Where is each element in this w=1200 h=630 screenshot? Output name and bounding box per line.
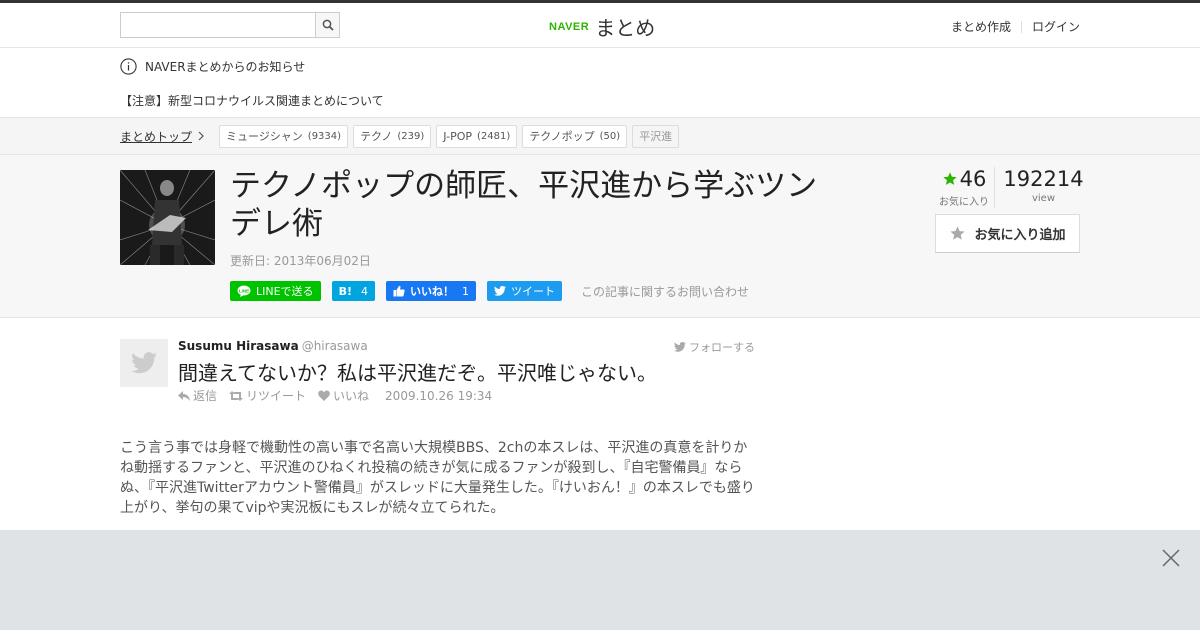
tag-musician[interactable]: ミュージシャン (9334)	[219, 124, 349, 148]
tag-count: (9334)	[307, 130, 342, 142]
line-share-button[interactable]: LINE LINEで送る	[230, 281, 321, 301]
tag-techno[interactable]: テクノ (239)	[353, 124, 432, 148]
twitter-bird-icon	[131, 352, 157, 374]
article-title: テクノポップの師匠、平沢進から学ぶツンデレ術	[230, 168, 818, 242]
line-share-label: LINEで送る	[256, 285, 314, 298]
tweet-author-handle: @hirasawa	[301, 339, 368, 353]
embedded-tweet: Susumu Hirasawa @hirasawa フォローする 間違えてないか？…	[120, 339, 760, 409]
reply-icon	[178, 390, 190, 401]
tweet-author-name: Susumu Hirasawa	[178, 339, 299, 353]
retweet-icon	[229, 390, 244, 401]
view-stat: 192214 view	[994, 167, 1084, 208]
chevron-right-icon	[198, 131, 204, 141]
info-icon	[120, 58, 137, 75]
search-form	[120, 12, 340, 38]
favorite-label: お気に入り	[939, 197, 989, 208]
login-link[interactable]: ログイン	[1032, 18, 1080, 35]
tag-label: テクノポップ	[529, 130, 595, 143]
notice-heading: NAVERまとめからのお知らせ	[120, 58, 305, 75]
tag-label: ミュージシャン	[226, 130, 303, 143]
notice-title: NAVERまとめからのお知らせ	[145, 60, 306, 74]
tag-hirasawa-current: 平沢進	[632, 124, 680, 148]
facebook-like-label: いいね！	[409, 285, 454, 298]
like-button[interactable]: いいね	[318, 387, 369, 404]
create-matome-link[interactable]: まとめ作成	[951, 18, 1011, 35]
retweet-label: リツイート	[246, 389, 307, 403]
ad-banner-area	[0, 530, 1200, 630]
notice-area: NAVERまとめからのお知らせ 【注意】新型コロナウイルス関連まとめについて	[0, 48, 1200, 118]
tag-count: (2481)	[477, 130, 511, 142]
search-button[interactable]	[315, 12, 340, 38]
breadcrumb: まとめトップ ミュージシャン (9334) テクノ (239) J-POP (2…	[0, 118, 1200, 155]
search-icon	[322, 19, 334, 31]
line-icon: LINE	[237, 285, 251, 297]
tag-label: J-POP	[443, 129, 473, 143]
search-input[interactable]	[120, 12, 315, 38]
tag-label: テクノ	[360, 130, 393, 143]
tweet-author[interactable]: Susumu Hirasawa @hirasawa	[178, 339, 368, 353]
thumbnail-image	[120, 170, 215, 265]
star-icon	[942, 172, 957, 185]
tweet-text: 間違えてないか？私は平沢進だぞ。平沢唯じゃない。	[178, 361, 657, 385]
close-icon[interactable]	[1162, 549, 1180, 567]
article-stats: 46 お気に入り 192214 view	[934, 167, 1084, 208]
hatena-bookmark-button[interactable]: B! 4	[331, 281, 375, 301]
article-paragraph: こう言う事では身軽で機動性の高い事で名高い大規模BBS、2chの本スレは、平沢進…	[120, 440, 755, 516]
logo-name: まとめ	[595, 16, 656, 40]
view-label: view	[1031, 193, 1056, 204]
tag-count: (239)	[397, 130, 425, 142]
reply-label: 返信	[193, 389, 218, 403]
favorite-stat: 46 お気に入り	[934, 167, 994, 208]
tag-label: 平沢進	[639, 130, 673, 143]
updated-date: 更新日: 2013年06月02日	[230, 254, 371, 268]
share-buttons: LINE LINEで送る B! 4 いいね！ 1 ツイート この記事に関するお問…	[230, 281, 749, 301]
like-label: いいね	[333, 389, 370, 403]
add-favorite-label: お気に入り追加	[974, 228, 1066, 243]
favorite-count: 46	[959, 167, 987, 191]
heart-icon	[318, 390, 330, 401]
site-logo[interactable]: NAVER まとめ	[549, 12, 655, 41]
twitter-bird-icon	[674, 342, 686, 352]
breadcrumb-top-link[interactable]: まとめトップ	[120, 128, 204, 145]
avatar[interactable]	[120, 339, 168, 387]
twitter-bird-icon	[493, 286, 506, 296]
thumbs-up-icon	[393, 285, 405, 297]
tag-count: (50)	[599, 130, 621, 142]
logo-brand: NAVER	[549, 20, 590, 33]
tweet-button[interactable]: ツイート	[486, 281, 562, 301]
reply-button[interactable]: 返信	[178, 387, 217, 404]
follow-button[interactable]: フォローする	[674, 339, 755, 355]
article-header: テクノポップの師匠、平沢進から学ぶツンデレ術 更新日: 2013年06月02日 …	[0, 155, 1200, 318]
retweet-button[interactable]: リツイート	[229, 387, 306, 404]
article-thumbnail[interactable]	[120, 170, 215, 265]
site-header: NAVER まとめ まとめ作成 ログイン	[0, 3, 1200, 48]
facebook-like-button[interactable]: いいね！ 1	[385, 281, 476, 301]
hatena-count: 4	[360, 284, 368, 298]
tweet-actions: 返信 リツイート いいね 2009.10.26 19:34	[178, 387, 492, 404]
hatena-icon: B!	[338, 284, 352, 298]
star-outline-icon	[950, 226, 966, 240]
breadcrumb-top-label: まとめトップ	[120, 129, 193, 144]
header-links: まとめ作成 ログイン	[951, 18, 1080, 35]
add-favorite-button[interactable]: お気に入り追加	[935, 214, 1080, 253]
tag-technopop[interactable]: テクノポップ (50)	[522, 124, 628, 148]
contact-link[interactable]: この記事に関するお問い合わせ	[581, 283, 749, 300]
facebook-like-count: 1	[461, 284, 469, 298]
notice-link[interactable]: 【注意】新型コロナウイルス関連まとめについて	[120, 92, 384, 109]
follow-label: フォローする	[689, 341, 755, 354]
tweet-date[interactable]: 2009.10.26 19:34	[385, 389, 492, 403]
tweet-label: ツイート	[510, 285, 555, 298]
link-divider	[1020, 20, 1022, 33]
tag-jpop[interactable]: J-POP (2481)	[436, 124, 518, 148]
favorite-count-row: 46	[934, 167, 994, 191]
view-count: 192214	[1003, 167, 1084, 191]
svg-text:LINE: LINE	[239, 288, 249, 293]
